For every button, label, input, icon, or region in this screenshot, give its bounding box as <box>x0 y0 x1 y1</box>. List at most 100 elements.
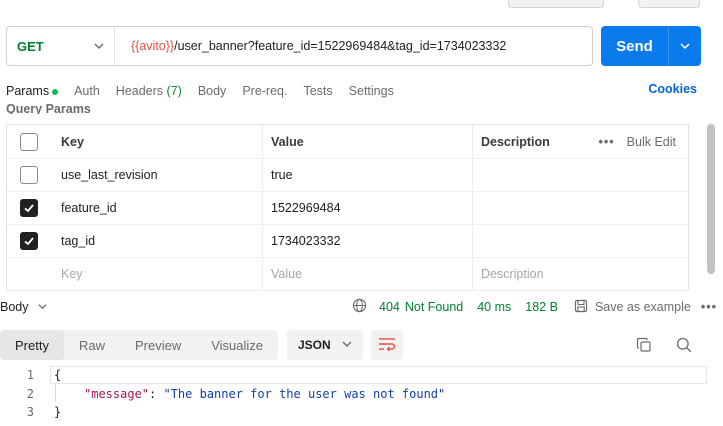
url-input[interactable]: {{avito}}/user_banner?feature_id=1522969… <box>115 39 506 53</box>
param-value[interactable]: 1522969484 <box>262 192 472 224</box>
response-code-view[interactable]: 1 { 2 "message": "The banner for the use… <box>0 366 723 422</box>
tab-params-label: Params <box>6 84 50 98</box>
save-as-example-button[interactable]: Save as example <box>574 299 691 316</box>
tab-headers-label: Headers <box>115 84 164 98</box>
toolbar-button-remnant-2[interactable] <box>638 0 700 8</box>
row-checkbox[interactable] <box>20 199 38 217</box>
tab-preview[interactable]: Preview <box>120 330 196 360</box>
more-horizontal-icon[interactable]: ••• <box>701 300 717 314</box>
params-indicator-dot <box>52 88 59 95</box>
new-value-input[interactable]: Value <box>262 258 472 290</box>
headers-count: (7) <box>166 84 182 98</box>
table-row: tag_id 1734023332 <box>7 225 688 258</box>
select-all-checkbox[interactable] <box>20 132 38 151</box>
column-key: Key <box>61 134 84 149</box>
column-value: Value <box>262 125 472 158</box>
response-section-label: Body <box>0 300 29 314</box>
response-bar: Body 404 Not Found 40 ms 182 B Save as e… <box>0 296 723 318</box>
param-description[interactable] <box>472 159 688 191</box>
response-meta: 404 Not Found 40 ms 182 B Save as exampl… <box>352 298 717 316</box>
chevron-down-icon <box>342 338 352 352</box>
param-key[interactable]: tag_id <box>51 234 262 248</box>
checkmark-icon <box>24 237 34 246</box>
tab-body[interactable]: Body <box>198 84 227 98</box>
send-button[interactable]: Send <box>601 38 668 55</box>
column-description-label: Description <box>481 134 550 149</box>
search-icon <box>676 337 692 356</box>
method-select[interactable]: GET <box>7 27 115 65</box>
tab-headers[interactable]: Headers (7) <box>116 84 182 98</box>
json-separator: : <box>149 386 164 401</box>
url-variable: {{avito}} <box>131 39 175 53</box>
vertical-scrollbar[interactable] <box>707 124 715 274</box>
param-description[interactable] <box>472 225 688 257</box>
param-key[interactable]: feature_id <box>51 201 262 215</box>
save-as-example-label: Save as example <box>594 300 691 314</box>
format-select[interactable]: JSON <box>287 330 363 360</box>
checkmark-icon <box>24 204 34 213</box>
bulk-edit-button[interactable]: ••• Bulk Edit <box>599 135 676 149</box>
wrap-lines-icon <box>378 337 396 354</box>
line-number: 3 <box>26 405 34 420</box>
copy-button[interactable] <box>636 337 652 356</box>
status-code: 404 <box>379 300 400 314</box>
param-value[interactable]: 1734023332 <box>262 225 472 257</box>
row-checkbox-cell <box>7 199 51 217</box>
save-icon <box>574 299 588 316</box>
query-params-title: Query Params <box>6 102 91 114</box>
code-brace-close: } <box>54 405 62 420</box>
code-line: 2 "message": "The banner for the user wa… <box>0 385 723 404</box>
table-row-new: Key Value Description <box>7 258 688 291</box>
chevron-down-icon <box>94 39 104 54</box>
send-button-group: Send <box>601 26 701 66</box>
line-number: 2 <box>26 386 34 401</box>
method-label: GET <box>17 38 44 54</box>
toolbar-button-remnant[interactable] <box>508 0 604 8</box>
json-string-value: "The banner for the user was not found" <box>163 386 446 401</box>
code-line: 3 } <box>0 403 723 422</box>
tab-settings[interactable]: Settings <box>349 84 394 98</box>
new-key-input[interactable]: Key <box>51 267 262 281</box>
url-bar: GET {{avito}}/user_banner?feature_id=152… <box>6 26 593 66</box>
tab-tests[interactable]: Tests <box>303 84 332 98</box>
request-tabs: Params Auth Headers (7) Body Pre-req. Te… <box>6 82 723 100</box>
wrap-lines-button[interactable] <box>371 330 403 360</box>
tab-auth[interactable]: Auth <box>74 84 100 98</box>
line-number: 1 <box>26 368 34 383</box>
row-checkbox[interactable] <box>20 166 38 184</box>
new-description-input[interactable]: Description <box>472 258 688 290</box>
json-key: "message" <box>84 386 150 401</box>
chevron-down-icon <box>680 39 690 54</box>
row-checkbox[interactable] <box>20 232 38 250</box>
param-key[interactable]: use_last_revision <box>51 168 262 182</box>
param-description[interactable] <box>472 192 688 224</box>
tab-params[interactable]: Params <box>6 84 59 98</box>
send-options-button[interactable] <box>669 39 701 54</box>
tab-visualize[interactable]: Visualize <box>196 330 278 360</box>
format-label: JSON <box>298 338 331 352</box>
bulk-edit-label: Bulk Edit <box>626 134 676 149</box>
indent-guide <box>55 384 56 402</box>
more-horizontal-icon: ••• <box>598 134 615 149</box>
search-button[interactable] <box>676 337 692 356</box>
table-row: feature_id 1522969484 <box>7 192 688 225</box>
response-time: 40 ms <box>477 300 512 314</box>
tab-prereq[interactable]: Pre-req. <box>242 84 287 98</box>
globe-icon[interactable] <box>352 298 367 316</box>
select-all-cell <box>7 132 51 151</box>
cookies-link[interactable]: Cookies <box>648 82 697 96</box>
table-row: use_last_revision true <box>7 159 688 192</box>
status-text: Not Found <box>404 300 464 314</box>
tab-pretty[interactable]: Pretty <box>0 330 64 360</box>
code-text: "message": "The banner for the user was … <box>34 387 445 401</box>
param-value[interactable]: true <box>262 159 472 191</box>
copy-icon <box>636 337 652 356</box>
response-body-toggle[interactable]: Body <box>0 300 47 314</box>
query-params-table: Key Value Description ••• Bulk Edit use_l… <box>6 124 689 291</box>
row-checkbox-cell <box>7 166 51 184</box>
row-checkbox-cell <box>7 232 51 250</box>
url-path: /user_banner?feature_id=1522969484&tag_i… <box>174 39 507 53</box>
response-size: 182 B <box>525 300 558 314</box>
tab-raw[interactable]: Raw <box>64 330 120 360</box>
column-description: Description ••• Bulk Edit <box>472 125 688 158</box>
